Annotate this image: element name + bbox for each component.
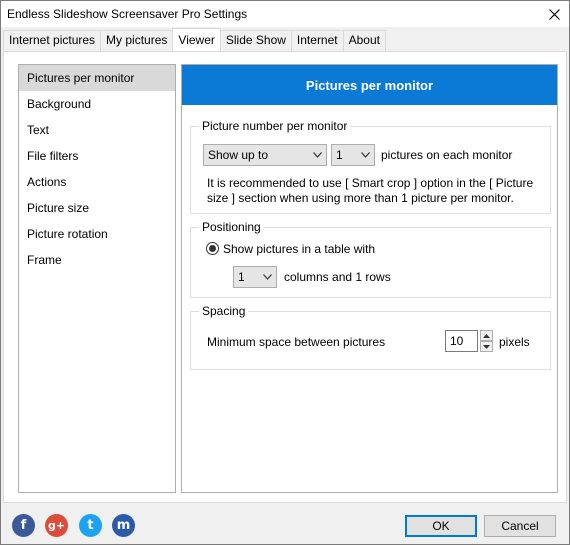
display-mode-value: Show up to bbox=[208, 148, 269, 162]
section-list: Pictures per monitor Background Text Fil… bbox=[18, 64, 176, 493]
spacing-value: 10 bbox=[450, 334, 464, 348]
ok-button-label: OK bbox=[432, 519, 450, 533]
viewer-tab-panel: Pictures per monitor Background Text Fil… bbox=[3, 51, 567, 503]
chevron-down-icon bbox=[313, 152, 322, 158]
picture-count-suffix: pictures on each monitor bbox=[381, 148, 513, 162]
picture-count-select[interactable]: 1 bbox=[331, 144, 375, 166]
close-icon bbox=[548, 8, 560, 20]
table-layout-label: Show pictures in a table with bbox=[223, 242, 376, 256]
tab-internet[interactable]: Internet bbox=[290, 30, 344, 51]
myspace-icon[interactable]: m bbox=[112, 514, 135, 537]
ok-button[interactable]: OK bbox=[405, 515, 477, 537]
picture-count-value: 1 bbox=[336, 148, 343, 162]
section-title: Pictures per monitor bbox=[182, 65, 557, 105]
title-bar: Endless Slideshow Screensaver Pro Settin… bbox=[1, 1, 569, 27]
cancel-button-label: Cancel bbox=[501, 519, 539, 533]
chevron-down-icon bbox=[361, 152, 370, 158]
smart-crop-note-line1: It is recommended to use [ Smart crop ] … bbox=[207, 176, 534, 190]
twitter-icon[interactable]: t bbox=[79, 514, 102, 537]
columns-rows-label: columns and 1 rows bbox=[284, 270, 391, 284]
sidebar-item-frame[interactable]: Frame bbox=[19, 247, 175, 273]
spacing-increment-button[interactable] bbox=[480, 330, 493, 341]
table-layout-radio[interactable] bbox=[206, 242, 219, 255]
window-title: Endless Slideshow Screensaver Pro Settin… bbox=[7, 7, 248, 21]
sidebar-item-picture-rotation[interactable]: Picture rotation bbox=[19, 221, 175, 247]
cancel-button[interactable]: Cancel bbox=[484, 515, 556, 537]
sidebar-item-background[interactable]: Background bbox=[19, 91, 175, 117]
spacing-label: Minimum space between pictures bbox=[207, 335, 386, 349]
dialog-footer: f g+ t m OK Cancel bbox=[1, 503, 569, 544]
sidebar-item-pictures-per-monitor[interactable]: Pictures per monitor bbox=[19, 65, 175, 91]
myspace-glyph: m bbox=[116, 518, 131, 533]
tab-strip: Internet pictures My pictures Viewer Sli… bbox=[3, 28, 386, 51]
picture-number-legend: Picture number per monitor bbox=[199, 119, 351, 133]
spacing-group: Spacing Minimum space between pictures 1… bbox=[190, 304, 551, 370]
positioning-legend: Positioning bbox=[199, 220, 264, 234]
spacing-input[interactable]: 10 bbox=[445, 330, 478, 352]
chevron-down-icon bbox=[483, 344, 490, 349]
chevron-up-icon bbox=[483, 333, 490, 338]
twitter-glyph: t bbox=[87, 518, 94, 533]
positioning-group: Positioning Show pictures in a table wit… bbox=[190, 220, 551, 298]
columns-select[interactable]: 1 bbox=[233, 266, 277, 288]
sidebar-item-picture-size[interactable]: Picture size bbox=[19, 195, 175, 221]
facebook-glyph: f bbox=[20, 518, 27, 533]
google-plus-glyph: g+ bbox=[47, 519, 66, 532]
tab-my-pictures[interactable]: My pictures bbox=[100, 30, 174, 51]
smart-crop-note-line2: size ] section when using more than 1 pi… bbox=[207, 191, 514, 205]
tab-about[interactable]: About bbox=[342, 30, 386, 51]
picture-number-group: Picture number per monitor Show up to 1 … bbox=[190, 119, 551, 214]
spacing-stepper bbox=[480, 330, 493, 352]
tab-slide-show[interactable]: Slide Show bbox=[219, 30, 292, 51]
display-mode-select[interactable]: Show up to bbox=[203, 144, 327, 166]
facebook-icon[interactable]: f bbox=[12, 514, 35, 537]
sidebar-item-text[interactable]: Text bbox=[19, 117, 175, 143]
tab-internet-pictures[interactable]: Internet pictures bbox=[3, 30, 102, 51]
settings-pane: Pictures per monitor Picture number per … bbox=[181, 64, 558, 493]
columns-value: 1 bbox=[238, 270, 245, 284]
sidebar-item-file-filters[interactable]: File filters bbox=[19, 143, 175, 169]
close-button[interactable] bbox=[539, 1, 569, 27]
spacing-legend: Spacing bbox=[199, 304, 249, 318]
spacing-decrement-button[interactable] bbox=[480, 341, 493, 352]
sidebar-item-actions[interactable]: Actions bbox=[19, 169, 175, 195]
tab-viewer[interactable]: Viewer bbox=[172, 28, 221, 51]
spacing-unit: pixels bbox=[499, 335, 530, 349]
chevron-down-icon bbox=[263, 274, 272, 280]
google-plus-icon[interactable]: g+ bbox=[45, 514, 68, 537]
settings-window: Endless Slideshow Screensaver Pro Settin… bbox=[0, 0, 570, 545]
